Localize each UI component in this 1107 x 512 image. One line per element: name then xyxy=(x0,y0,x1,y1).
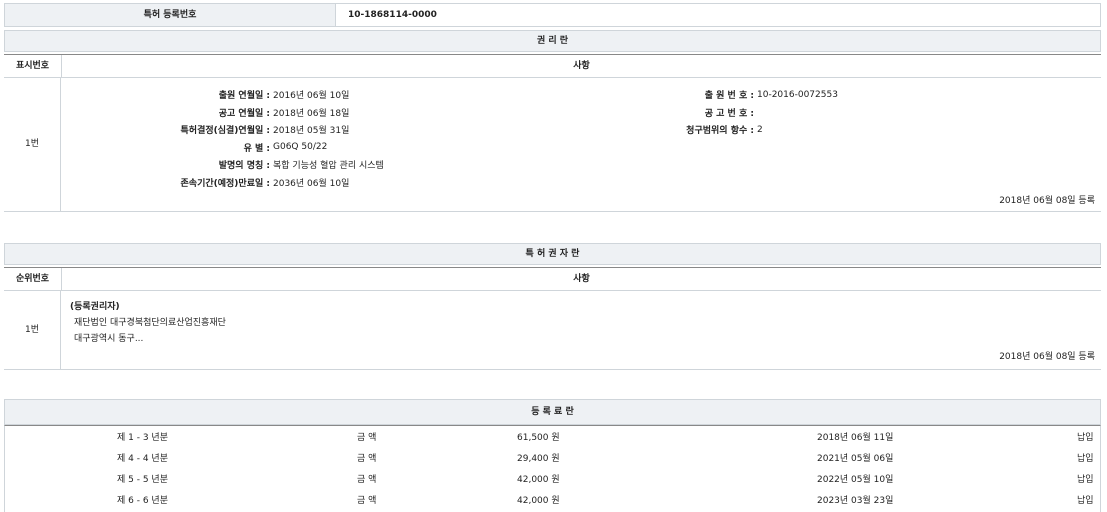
field-value: 2016년 06월 10일 xyxy=(273,88,349,101)
owner-col-no: 순위번호 xyxy=(4,268,62,290)
owner-row-no: 1번 xyxy=(4,291,61,369)
fee-row: 제 1 - 3 년분 금 액 61,500 원 2018년 06월 11일 납입 xyxy=(5,426,1100,447)
field-claim-count: 청구범위의 항수 :2 xyxy=(564,121,838,139)
fee-date: 2018년 06월 11일 xyxy=(817,426,1077,447)
field-application-number: 출 원 번 호 :10-2016-0072553 xyxy=(564,86,838,104)
field-publication-number: 공 고 번 호 : xyxy=(564,104,838,122)
fees-section-title: 등 록 료 란 xyxy=(4,399,1101,425)
field-label: 출 원 번 호 : xyxy=(564,88,754,101)
owner-row: 1번 (등록권리자) 재단법인 대구경북첨단의료산업진흥재단 대구광역시 동구.… xyxy=(4,291,1101,370)
owner-heading: (등록권리자) xyxy=(70,299,120,312)
field-label: 공 고 번 호 : xyxy=(564,106,754,119)
rights-row: 1번 출원 연월일 :2016년 06월 10일 공고 연월일 :2018년 0… xyxy=(4,78,1101,212)
fee-status: 납입 xyxy=(1077,447,1100,468)
rights-left-fields: 출원 연월일 :2016년 06월 10일 공고 연월일 :2018년 06월 … xyxy=(64,86,384,191)
field-value: 2018년 05월 31일 xyxy=(273,123,349,136)
fee-amount: 42,000 원 xyxy=(517,489,817,510)
fee-row: 제 5 - 5 년분 금 액 42,000 원 2022년 05월 10일 납입 xyxy=(5,468,1100,489)
fee-amount: 42,000 원 xyxy=(517,468,817,489)
fee-period: 제 4 - 4 년분 xyxy=(5,447,357,468)
fee-period: 제 6 - 6 년분 xyxy=(5,489,357,510)
fee-status: 납입 xyxy=(1077,468,1100,489)
field-label: 존속기간(예정)만료일 : xyxy=(64,176,270,189)
field-value: G06Q 50/22 xyxy=(273,142,327,152)
registration-number-bar: 특허 등록번호 10-1868114-0000 xyxy=(4,3,1101,27)
rights-right-fields: 출 원 번 호 :10-2016-0072553 공 고 번 호 : 청구범위의… xyxy=(564,86,838,139)
fee-period: 제 5 - 5 년분 xyxy=(5,468,357,489)
rights-row-no: 1번 xyxy=(4,78,61,211)
field-label: 청구범위의 항수 : xyxy=(564,123,754,136)
owner-name: 재단법인 대구경북첨단의료산업진흥재단 xyxy=(74,315,226,328)
fee-date: 2021년 05월 06일 xyxy=(817,447,1077,468)
rights-col-no: 표시번호 xyxy=(4,55,62,77)
rights-section-title: 권 리 란 xyxy=(4,30,1101,52)
rights-col-item: 사항 xyxy=(62,55,1101,77)
owner-registration-date: 2018년 06월 08일 등록 xyxy=(999,349,1095,362)
field-value: 10-2016-0072553 xyxy=(757,90,838,100)
field-expiry-date: 존속기간(예정)만료일 :2036년 06월 10일 xyxy=(64,174,384,192)
field-application-date: 출원 연월일 :2016년 06월 10일 xyxy=(64,86,384,104)
field-invention-title: 발명의 명칭 :복합 기능성 혈압 관리 시스템 xyxy=(64,156,384,174)
field-label: 출원 연월일 : xyxy=(64,88,270,101)
registration-number-label: 특허 등록번호 xyxy=(5,4,336,26)
owner-address: 대구광역시 동구... xyxy=(74,331,143,344)
owner-section-title: 특 허 권 자 란 xyxy=(4,243,1101,265)
field-label: 발명의 명칭 : xyxy=(64,158,270,171)
field-label: 특허결정(심결)연월일 : xyxy=(64,123,270,136)
rights-header-row: 표시번호 사항 xyxy=(4,54,1101,78)
field-value: 2018년 06월 18일 xyxy=(273,106,349,119)
field-value: 2036년 06월 10일 xyxy=(273,176,349,189)
fee-amount: 29,400 원 xyxy=(517,447,817,468)
field-label: 공고 연월일 : xyxy=(64,106,270,119)
fee-amount: 61,500 원 xyxy=(517,426,817,447)
field-publication-date: 공고 연월일 :2018년 06월 18일 xyxy=(64,104,384,122)
fee-amount-label: 금 액 xyxy=(357,468,517,489)
field-decision-date: 특허결정(심결)연월일 :2018년 05월 31일 xyxy=(64,121,384,139)
fee-row: 제 6 - 6 년분 금 액 42,000 원 2023년 03월 23일 납입 xyxy=(5,489,1100,510)
fee-status: 납입 xyxy=(1077,426,1100,447)
rights-registration-date: 2018년 06월 08일 등록 xyxy=(999,193,1095,206)
fee-row: 제 4 - 4 년분 금 액 29,400 원 2021년 05월 06일 납입 xyxy=(5,447,1100,468)
field-label: 유 별 : xyxy=(64,141,270,154)
fees-table: 제 1 - 3 년분 금 액 61,500 원 2018년 06월 11일 납입… xyxy=(4,425,1101,512)
fee-amount-label: 금 액 xyxy=(357,489,517,510)
registration-number-value: 10-1868114-0000 xyxy=(336,4,437,26)
field-classification: 유 별 :G06Q 50/22 xyxy=(64,139,384,157)
fee-period: 제 1 - 3 년분 xyxy=(5,426,357,447)
field-value: 2 xyxy=(757,125,763,135)
field-value: 복합 기능성 혈압 관리 시스템 xyxy=(273,158,384,171)
fee-status: 납입 xyxy=(1077,489,1100,510)
owner-header-row: 순위번호 사항 xyxy=(4,267,1101,291)
owner-col-item: 사항 xyxy=(62,268,1101,290)
fee-amount-label: 금 액 xyxy=(357,426,517,447)
fee-date: 2023년 03월 23일 xyxy=(817,489,1077,510)
fee-date: 2022년 05월 10일 xyxy=(817,468,1077,489)
fee-amount-label: 금 액 xyxy=(357,447,517,468)
